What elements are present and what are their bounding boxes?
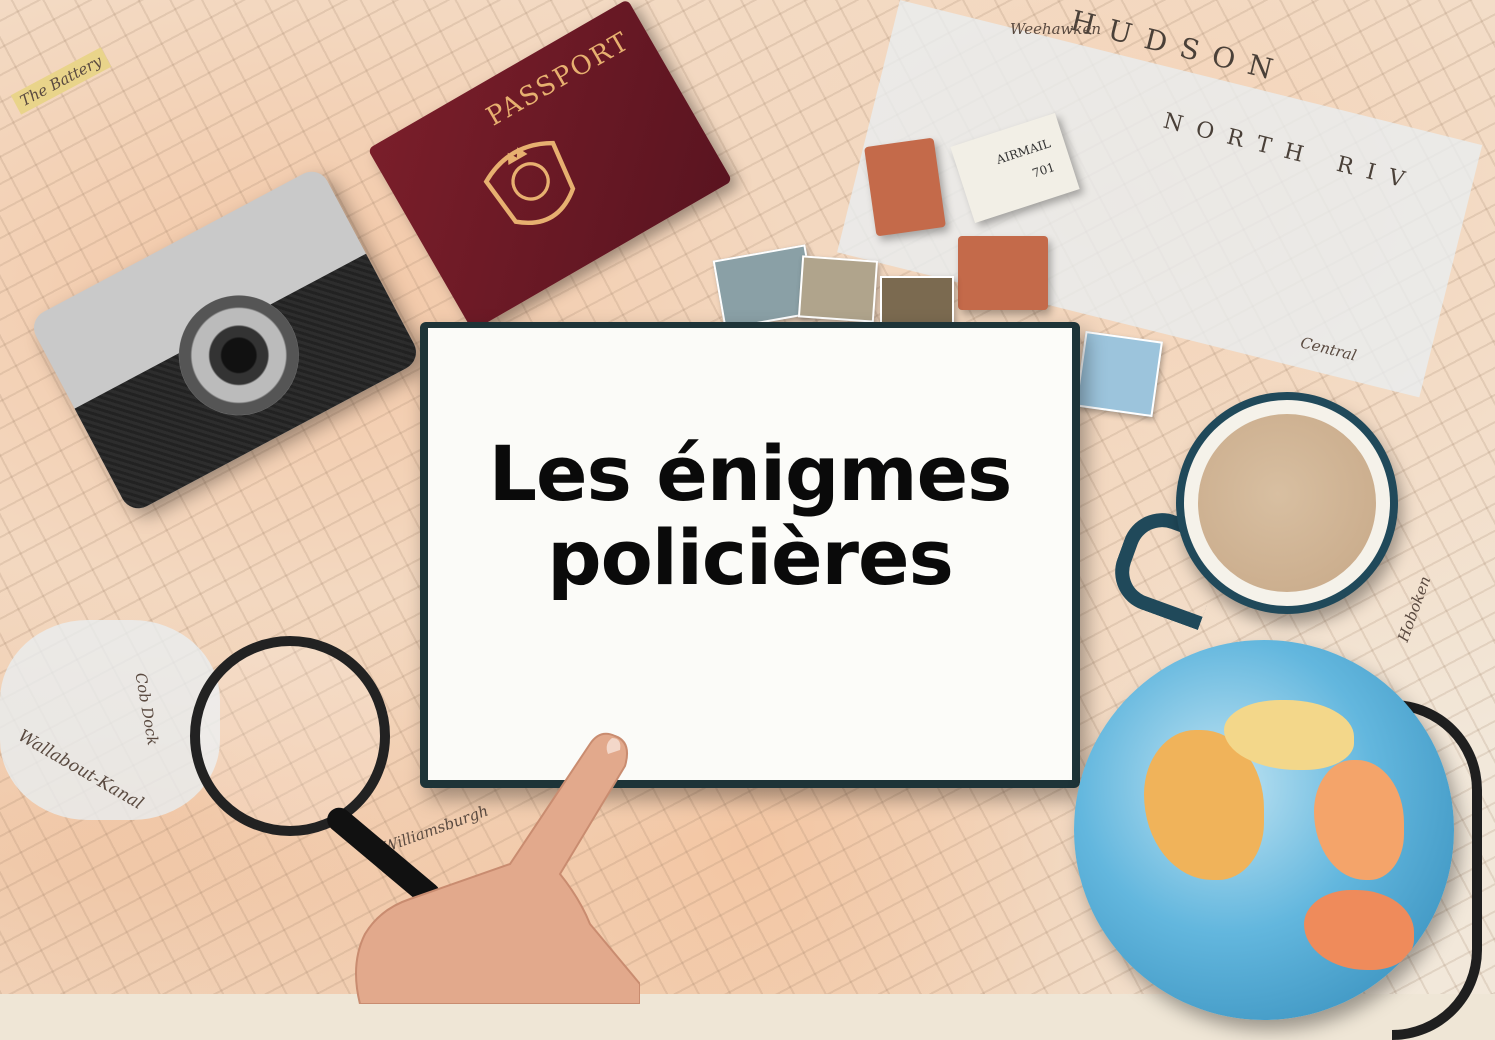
rubber-stamp xyxy=(958,236,1048,310)
rubber-stamp xyxy=(864,137,946,237)
title-line-2: policières xyxy=(547,513,954,602)
scene: HUDSON NORTH RIV Weehawken The Battery W… xyxy=(0,0,1495,1040)
airmail-number: 701 xyxy=(1030,160,1057,181)
title-line-1: Les énigmes xyxy=(488,429,1013,518)
map-place-label: Hoboken xyxy=(1394,573,1435,645)
globe xyxy=(1074,640,1454,1020)
postage-stamp xyxy=(1075,330,1163,418)
coffee-cup xyxy=(1176,392,1398,614)
passport-emblem-icon xyxy=(483,140,576,225)
map-place-label: The Battery xyxy=(10,47,112,115)
open-notebook: Les énigmes policières xyxy=(420,322,1080,788)
pointing-hand xyxy=(355,732,640,1004)
coffee xyxy=(1198,414,1376,592)
postage-stamp xyxy=(880,276,954,324)
map-place-label: Weehawken xyxy=(1010,20,1102,38)
postage-stamp xyxy=(797,255,879,323)
